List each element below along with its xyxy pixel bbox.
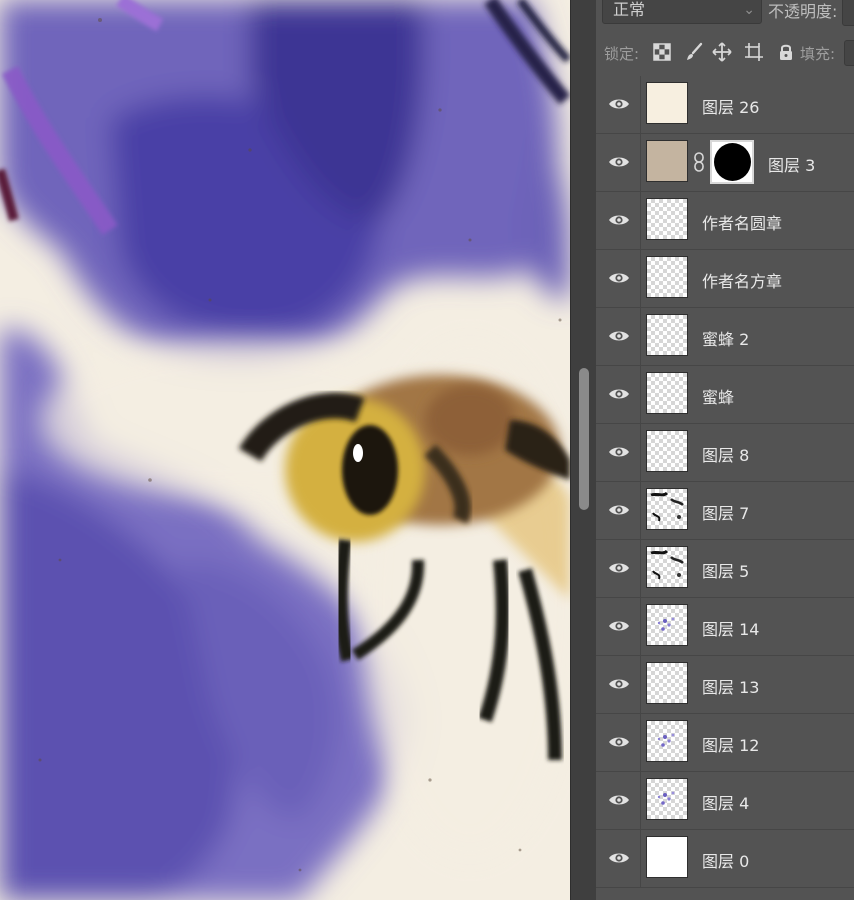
visibility-toggle[interactable] [596,134,641,191]
eye-icon[interactable] [608,618,630,634]
layer-name[interactable]: 作者名圆章 [702,210,782,234]
layer-name[interactable]: 图层 14 [702,616,759,640]
layer-name[interactable]: 图层 12 [702,732,759,756]
visibility-toggle[interactable] [596,772,641,829]
layer-row[interactable]: 作者名方章 [596,250,854,308]
layer-name[interactable]: 图层 3 [768,152,815,176]
layer-row[interactable]: 图层 0 [596,830,854,888]
layer-name[interactable]: 作者名方章 [702,268,782,292]
eye-icon[interactable] [608,328,630,344]
visibility-toggle[interactable] [596,540,641,597]
blend-mode-value: 正常 [613,0,646,19]
layers-scrollbar-thumb[interactable] [579,368,589,510]
visibility-toggle[interactable] [596,714,641,771]
layer-row[interactable]: 图层 3 [596,134,854,192]
chevron-down-icon: ⌄ [743,2,755,18]
layer-thumbnail[interactable] [646,198,688,240]
layer-thumbnail[interactable] [646,430,688,472]
visibility-toggle[interactable] [596,656,641,713]
lock-row: 锁定: 填充: [596,26,854,81]
visibility-toggle[interactable] [596,366,641,423]
layer-name[interactable]: 图层 4 [702,790,749,814]
blend-opacity-row: 正常 ⌄ 不透明度: [596,0,854,26]
opacity-input[interactable] [842,0,854,26]
layer-thumbnail[interactable] [646,604,688,646]
layer-row[interactable]: 图层 13 [596,656,854,714]
layer-row[interactable]: 图层 4 [596,772,854,830]
layer-row[interactable]: 图层 7 [596,482,854,540]
fill-input[interactable] [844,40,854,66]
lock-image-pixels-icon[interactable] [684,42,704,62]
visibility-toggle[interactable] [596,250,641,307]
layers-list: 图层 26 图层 3 作者名圆章作者名方章蜜蜂 2 蜜蜂图层 8 图层 7 图层 5 图层 … [596,76,854,888]
layer-row[interactable]: 图层 12 [596,714,854,772]
layer-thumbnail[interactable] [646,256,688,298]
layer-name[interactable]: 图层 7 [702,500,749,524]
eye-icon[interactable] [608,212,630,228]
visibility-toggle[interactable] [596,192,641,249]
layer-thumbnail[interactable] [646,662,688,704]
lock-label: 锁定: [604,45,640,63]
layer-thumbnail[interactable] [646,140,688,182]
layer-thumbnail[interactable] [646,836,688,878]
layer-thumbnail[interactable] [646,546,688,588]
layer-thumbnail[interactable] [646,372,688,414]
eye-icon[interactable] [608,386,630,402]
eye-icon[interactable] [608,850,630,866]
layer-name[interactable]: 图层 13 [702,674,759,698]
eye-icon[interactable] [608,792,630,808]
lock-all-icon[interactable] [776,42,796,62]
layer-row[interactable]: 作者名圆章 [596,192,854,250]
eye-icon[interactable] [608,270,630,286]
layer-name[interactable]: 图层 0 [702,848,749,872]
visibility-toggle[interactable] [596,598,641,655]
layer-row[interactable]: 图层 26 [596,76,854,134]
painting-artwork [0,0,570,900]
visibility-toggle[interactable] [596,482,641,539]
visibility-toggle[interactable] [596,308,641,365]
layer-thumbnail[interactable] [646,778,688,820]
blend-mode-select[interactable]: 正常 ⌄ [602,0,762,24]
layers-scrollbar-track[interactable] [570,0,597,900]
visibility-toggle[interactable] [596,424,641,481]
fill-label: 填充: [800,45,836,63]
visibility-toggle[interactable] [596,830,641,887]
layer-row[interactable]: 图层 8 [596,424,854,482]
layer-name[interactable]: 图层 26 [702,94,759,118]
layer-thumbnail[interactable] [646,488,688,530]
layer-name[interactable]: 蜜蜂 2 [702,326,749,350]
eye-icon[interactable] [608,96,630,112]
layer-row[interactable]: 蜜蜂 [596,366,854,424]
layer-row[interactable]: 图层 14 [596,598,854,656]
layer-thumbnail[interactable] [646,720,688,762]
eye-icon[interactable] [608,676,630,692]
layer-row[interactable]: 图层 5 [596,540,854,598]
layer-thumbnail[interactable] [646,82,688,124]
eye-icon[interactable] [608,154,630,170]
layer-thumbnail[interactable] [646,314,688,356]
layer-mask-thumbnail[interactable] [710,140,754,184]
lock-artboard-icon[interactable] [744,42,764,62]
layer-name[interactable]: 图层 5 [702,558,749,582]
chain-link-icon[interactable] [693,152,705,172]
eye-icon[interactable] [608,444,630,460]
document-canvas[interactable] [0,0,570,900]
eye-icon[interactable] [608,502,630,518]
layer-name[interactable]: 蜜蜂 [702,384,734,408]
eye-icon[interactable] [608,734,630,750]
visibility-toggle[interactable] [596,76,641,133]
lock-position-icon[interactable] [712,42,732,62]
lock-transparent-pixels-icon[interactable] [652,42,672,62]
layer-name[interactable]: 图层 8 [702,442,749,466]
eye-icon[interactable] [608,560,630,576]
layer-row[interactable]: 蜜蜂 2 [596,308,854,366]
layers-panel: 正常 ⌄ 不透明度: 锁定: 填充: 图层 26 图层 3 作者名圆章 作者名方… [596,0,854,900]
opacity-label: 不透明度: [768,2,838,21]
